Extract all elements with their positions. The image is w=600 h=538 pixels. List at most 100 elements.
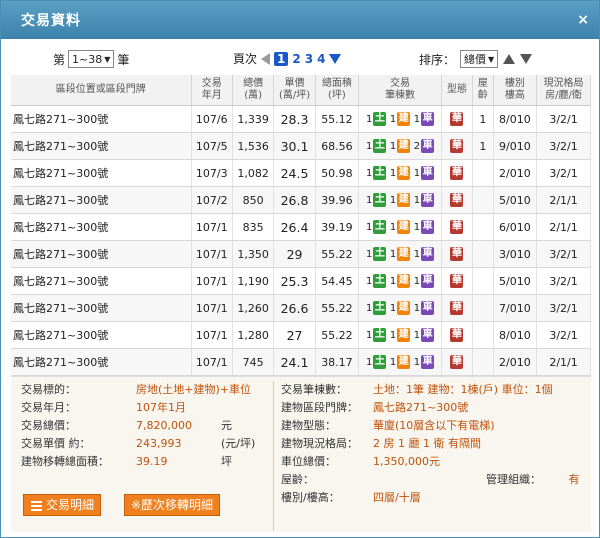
table-row[interactable]: 鳳七路271~300號 107/6 1,339 28.3 55.12 1 土 1建 1車 華… xyxy=(11,105,591,133)
col-layout-header[interactable]: 現況格局 房/廳/衛 xyxy=(536,75,591,106)
cell-location: 鳳七路271~300號 xyxy=(11,240,192,268)
sort-descending-icon[interactable] xyxy=(520,54,533,64)
count-value: 1 xyxy=(389,248,397,260)
cell-type: 華 xyxy=(441,186,473,214)
detail-row: 交易筆棟數： 土地：1筆 建物：1棟(戶) 車位：1個 xyxy=(281,381,586,399)
detail-label: 屋齡： xyxy=(281,473,314,486)
col-age-header[interactable]: 屋齡 xyxy=(472,75,494,106)
count-value: 1 xyxy=(366,275,373,287)
cell-unit-price: 24.5 xyxy=(273,159,316,187)
col-type-header[interactable]: 型態 xyxy=(441,75,473,106)
cell-location: 鳳七路271~300號 xyxy=(11,267,192,295)
cell-type: 華 xyxy=(441,348,473,376)
batch-suffix: 筆 xyxy=(117,52,130,67)
next-page-icon[interactable] xyxy=(329,53,342,64)
cell-type: 華 xyxy=(441,132,473,160)
detail-row: 交易單價 約： 243,993 (元/坪) xyxy=(21,435,271,453)
cell-transaction-count: 1土 1建 1車 xyxy=(358,294,442,322)
page-link[interactable]: 4 xyxy=(317,52,325,66)
cell-floor: 2/010 xyxy=(493,348,538,376)
page-link[interactable]: 2 xyxy=(292,52,300,66)
cell-total-price: 850 xyxy=(232,186,275,214)
cell-floor: 8/010 xyxy=(493,105,538,133)
sort-select[interactable]: 總價 ▼ xyxy=(460,50,499,68)
table-row[interactable]: 鳳七路271~300號 107/1 1,350 29 55.22 1 土 1建 1車 華 3/… xyxy=(11,240,591,268)
prev-page-icon[interactable] xyxy=(261,52,271,65)
count-value: 1 xyxy=(366,140,373,152)
cell-total-area: 39.19 xyxy=(315,213,360,241)
detail-value: 四層/十層 xyxy=(373,491,421,504)
land-badge-icon: 土 xyxy=(373,274,387,288)
cell-transaction-count: 1土 1建 1車 xyxy=(358,267,442,295)
cell-total-area: 55.22 xyxy=(315,240,360,268)
table-row[interactable]: 鳳七路271~300號 107/1 835 26.4 39.19 1 土 1建 1車 華 6/… xyxy=(11,213,591,241)
detail-row: 建物移轉總面積： 39.19 坪 xyxy=(21,453,271,471)
cell-type: 華 xyxy=(441,240,473,268)
col-year-month-header[interactable]: 交易 年月 xyxy=(191,75,233,106)
detail-row: 建物區段門牌： 鳳七路271~300號 xyxy=(281,399,586,417)
cell-age: 1 xyxy=(472,105,494,133)
cell-type: 華 xyxy=(441,321,473,349)
land-badge-icon: 土 xyxy=(373,328,387,342)
count-value: 1 xyxy=(366,194,373,206)
count-value: 1 xyxy=(389,140,397,152)
col-transaction-count-header[interactable]: 交易 筆棟數 xyxy=(358,75,442,106)
table-row[interactable]: 鳳七路271~300號 107/1 1,190 25.3 54.45 1 土 1建 1車 華… xyxy=(11,267,591,295)
cell-total-area: 38.17 xyxy=(315,348,360,376)
col-total-price-header[interactable]: 總價 (萬) xyxy=(232,75,275,106)
current-page[interactable]: 1 xyxy=(274,51,289,66)
cell-layout: 3/2/1 xyxy=(536,240,591,268)
parking-badge-icon: 車 xyxy=(421,166,435,180)
col-location-header: 區段位置或區段門牌 xyxy=(11,75,192,106)
detail-panel: 交易標的： 房地(土地+建物)+車位 交易年月： 107年1月 交易總價： 7,820,0… xyxy=(11,376,591,532)
cell-location: 鳳七路271~300號 xyxy=(11,132,192,160)
count-value: 1 xyxy=(413,356,421,368)
building-badge-icon: 建 xyxy=(397,220,411,234)
detail-value: 1,350,000元 xyxy=(373,455,440,468)
cell-total-price: 1,082 xyxy=(232,159,275,187)
transfer-history-button[interactable]: ※歷次移轉明細 xyxy=(124,494,221,516)
col-floor-header[interactable]: 樓別 樓高 xyxy=(493,75,538,106)
table-row[interactable]: 鳳七路271~300號 107/1 1,280 27 55.22 1 土 1建 1車 華 8/… xyxy=(11,321,591,349)
cell-total-price: 835 xyxy=(232,213,275,241)
mgmt-value: 有 xyxy=(568,473,580,486)
cell-type: 華 xyxy=(441,294,473,322)
batch-select[interactable]: 1~38 ▼ xyxy=(68,50,115,68)
table-row[interactable]: 鳳七路271~300號 107/3 1,082 24.5 50.98 1 土 1建 1車 華… xyxy=(11,159,591,187)
land-badge-icon: 土 xyxy=(373,355,387,369)
dialog-title: 交易資料 xyxy=(21,13,81,29)
table-row[interactable]: 鳳七路271~300號 107/2 850 26.8 39.96 1 土 1建 1車 華 5/… xyxy=(11,186,591,214)
col-unit-price-header[interactable]: 單價 (萬/坪) xyxy=(273,75,316,106)
page-link[interactable]: 3 xyxy=(305,52,313,66)
count-value: 1 xyxy=(366,302,373,314)
detail-row: 交易標的： 房地(土地+建物)+車位 xyxy=(21,381,271,399)
transaction-detail-button[interactable]: 交易明細 xyxy=(23,494,102,516)
cell-year-month: 107/2 xyxy=(191,186,233,214)
cell-location: 鳳七路271~300號 xyxy=(11,186,192,214)
col-total-area-header[interactable]: 總面積 (坪) xyxy=(315,75,360,106)
detail-label: 樓別/樓高： xyxy=(281,491,340,504)
cell-total-area: 55.12 xyxy=(315,105,360,133)
cell-type: 華 xyxy=(441,159,473,187)
table-row[interactable]: 鳳七路271~300號 107/1 1,260 26.6 55.22 1 土 1建 1車 華… xyxy=(11,294,591,322)
cell-unit-price: 29 xyxy=(273,240,316,268)
count-value: 1 xyxy=(389,329,397,341)
mgmt-row: 管理組織： 有 xyxy=(486,471,580,487)
land-badge-icon: 土 xyxy=(373,301,387,315)
detail-label: 車位總價： xyxy=(281,455,336,468)
count-value: 1 xyxy=(389,221,397,233)
table-row[interactable]: 鳳七路271~300號 107/5 1,536 30.1 68.56 1 土 1建 2車 華… xyxy=(11,132,591,160)
detail-value: 107年1月 xyxy=(136,401,186,414)
cell-layout: 2/1/1 xyxy=(536,186,591,214)
cell-age xyxy=(472,240,494,268)
sort-label: 排序： xyxy=(419,52,456,67)
table-row[interactable]: 鳳七路271~300號 107/1 745 24.1 38.17 1 土 1建 1車 華 2/… xyxy=(11,348,591,376)
cell-location: 鳳七路271~300號 xyxy=(11,294,192,322)
detail-row: 交易總價： 7,820,000 元 xyxy=(21,417,271,435)
sort-ascending-icon[interactable] xyxy=(503,54,516,64)
cell-location: 鳳七路271~300號 xyxy=(11,348,192,376)
close-icon[interactable]: × xyxy=(577,12,589,28)
building-type-badge-icon: 華 xyxy=(450,328,464,342)
building-badge-icon: 建 xyxy=(397,301,411,315)
cell-transaction-count: 1土 1建 1車 xyxy=(358,186,442,214)
